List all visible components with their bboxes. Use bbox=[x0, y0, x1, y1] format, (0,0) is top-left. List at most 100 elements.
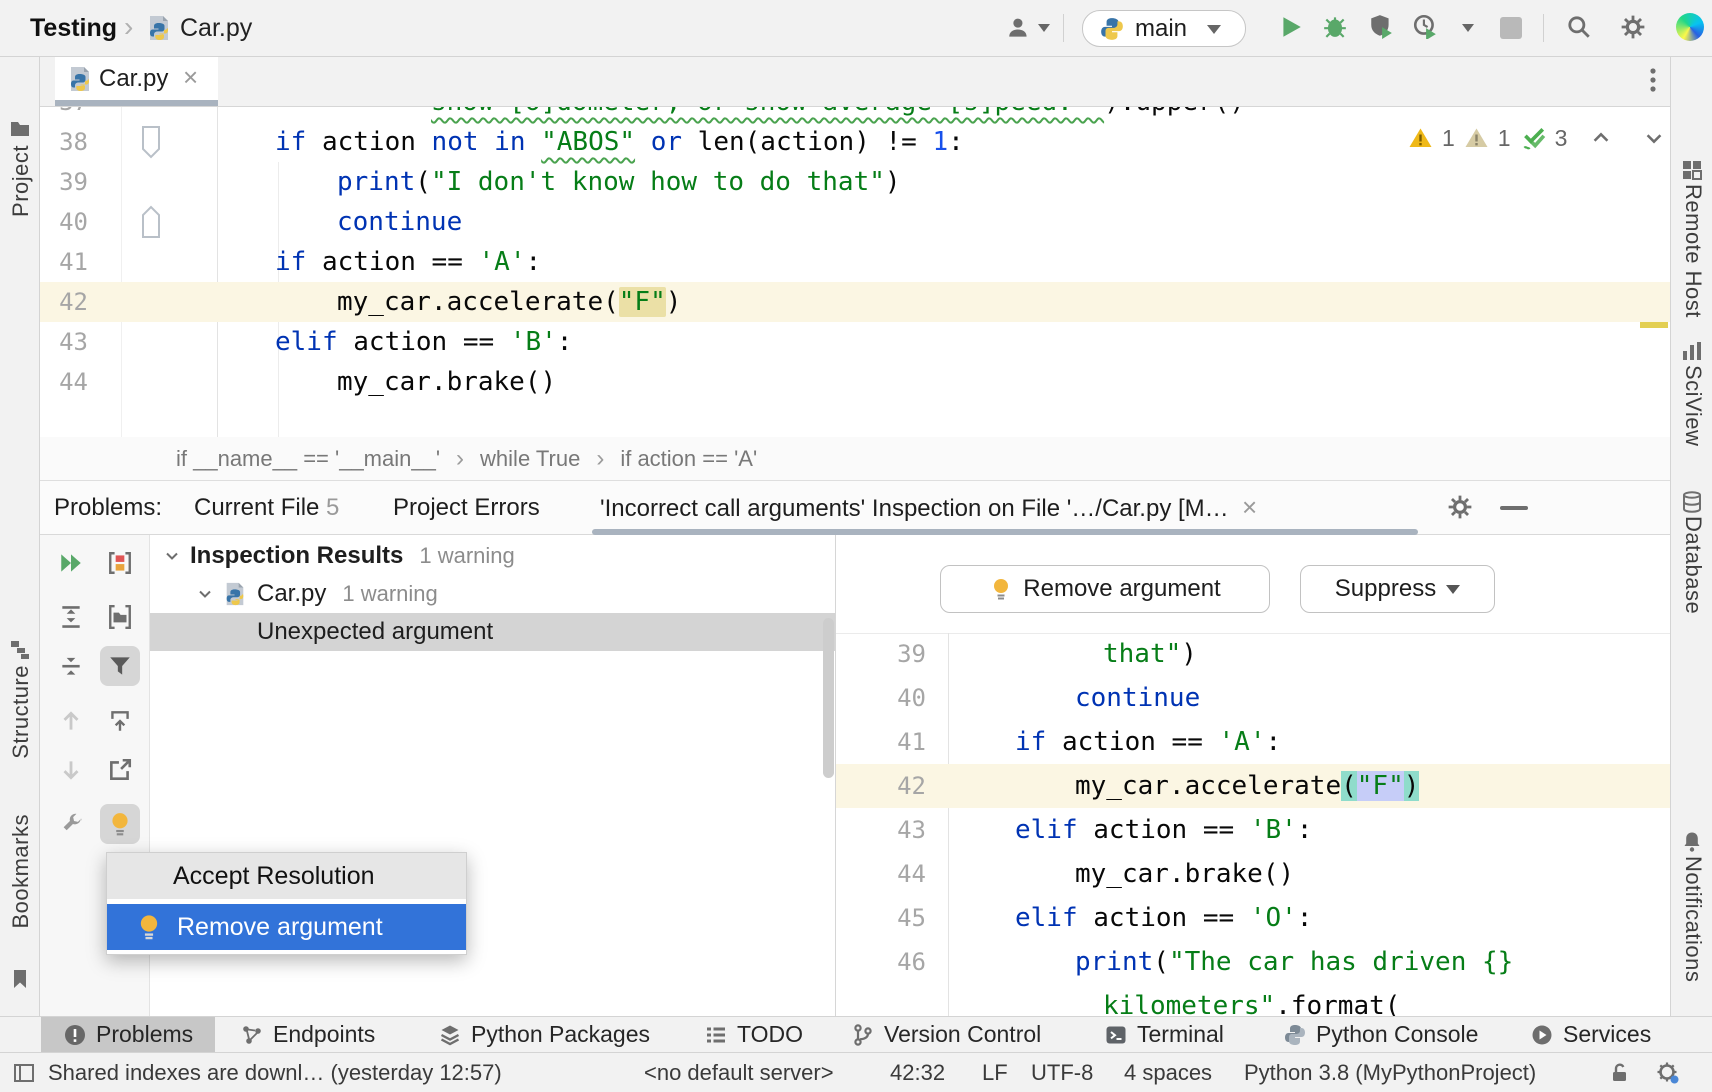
line-number[interactable]: 42 bbox=[836, 764, 926, 808]
user-icon[interactable] bbox=[1006, 15, 1032, 41]
notifications-bell-icon[interactable] bbox=[1680, 830, 1704, 854]
code-line[interactable]: if action not in "ABOS" or len(action) !… bbox=[275, 122, 964, 162]
remote-host-icon[interactable] bbox=[1680, 158, 1704, 182]
line-number[interactable]: 44 bbox=[40, 362, 88, 402]
rerun-inspection-button[interactable] bbox=[51, 543, 91, 583]
search-icon[interactable] bbox=[1566, 14, 1592, 40]
fold-marker-icon[interactable] bbox=[140, 205, 162, 239]
status-interpreter[interactable]: Python 3.8 (MyPythonProject) bbox=[1244, 1053, 1536, 1092]
toolwindow-button-version-control[interactable]: Version Control bbox=[829, 1017, 1063, 1052]
breadcrumb-scope[interactable]: if __name__ == '__main__' bbox=[176, 446, 440, 472]
debug-button[interactable] bbox=[1322, 13, 1348, 39]
line-number[interactable]: 40 bbox=[836, 676, 926, 720]
quick-fix-bulb-button[interactable] bbox=[100, 804, 140, 844]
toolwindow-button-services[interactable]: Services bbox=[1508, 1017, 1673, 1052]
code-editor[interactable]: 1 1 3 37 show [o]dometer, or show average… bbox=[40, 107, 1670, 437]
quick-fix-wrench-icon[interactable] bbox=[51, 804, 91, 844]
line-number[interactable]: 43 bbox=[836, 808, 926, 852]
code-line[interactable]: continue bbox=[337, 202, 462, 242]
line-number[interactable]: 41 bbox=[836, 720, 926, 764]
code-line[interactable]: kilometers".format( bbox=[1103, 984, 1400, 1016]
line-number[interactable]: 40 bbox=[40, 202, 88, 242]
code-line[interactable]: elif action == 'B': bbox=[275, 322, 572, 362]
line-number[interactable]: 41 bbox=[40, 242, 88, 282]
popup-item-remove-argument[interactable]: Remove argument bbox=[107, 904, 466, 950]
line-number[interactable]: 44 bbox=[836, 852, 926, 896]
previous-problem-button[interactable] bbox=[51, 701, 91, 741]
code-line[interactable]: my_car.brake() bbox=[337, 362, 556, 402]
status-line-ending[interactable]: LF bbox=[982, 1053, 1008, 1092]
tab-current-file[interactable]: Current File 5 bbox=[194, 481, 339, 534]
sidebar-item-structure[interactable]: Structure bbox=[8, 665, 34, 759]
status-default-server[interactable]: <no default server> bbox=[644, 1053, 834, 1092]
project-folder-icon[interactable] bbox=[8, 117, 32, 141]
bookmark-icon[interactable] bbox=[8, 967, 32, 991]
group-by-directory-button[interactable] bbox=[100, 597, 140, 637]
code-line[interactable]: if action == 'A': bbox=[1015, 720, 1281, 764]
breadcrumb-scope[interactable]: while True bbox=[480, 446, 580, 472]
fold-marker-icon[interactable] bbox=[140, 125, 162, 159]
tab-carpy[interactable]: Car.py × bbox=[55, 57, 218, 100]
tab-close-icon[interactable]: × bbox=[1242, 492, 1257, 522]
line-number[interactable]: 45 bbox=[836, 896, 926, 940]
code-line[interactable]: show [o]dometer, or show average [s]peed… bbox=[431, 107, 1245, 122]
panel-settings-gear-icon[interactable] bbox=[1447, 494, 1473, 520]
export-button[interactable] bbox=[100, 750, 140, 790]
suppress-button[interactable]: Suppress bbox=[1300, 565, 1495, 613]
code-line[interactable]: continue bbox=[1075, 676, 1200, 720]
popup-header-accept-resolution[interactable]: Accept Resolution bbox=[107, 853, 466, 899]
tree-problem-row[interactable]: Unexpected argument bbox=[257, 613, 493, 651]
code-line[interactable]: print("I don't know how to do that") bbox=[337, 162, 901, 202]
lock-icon[interactable] bbox=[1608, 1061, 1632, 1085]
structure-icon[interactable] bbox=[8, 637, 32, 661]
toolwindow-toggle-icon[interactable] bbox=[12, 1061, 36, 1085]
toolwindow-button-python-packages[interactable]: Python Packages bbox=[416, 1017, 672, 1052]
toolwindow-button-terminal[interactable]: Terminal bbox=[1082, 1017, 1246, 1052]
code-line[interactable]: print("The car has driven {} bbox=[1075, 940, 1513, 984]
run-configuration-select[interactable]: main bbox=[1082, 10, 1246, 47]
sidebar-item-remote-host[interactable]: Remote Host bbox=[1680, 184, 1706, 318]
sidebar-item-bookmarks[interactable]: Bookmarks bbox=[8, 814, 34, 929]
pycharm-logo[interactable] bbox=[1676, 13, 1704, 41]
run-button[interactable] bbox=[1278, 14, 1304, 40]
profiler-button[interactable] bbox=[1412, 13, 1438, 39]
code-line[interactable]: that") bbox=[1103, 632, 1197, 676]
tree-file-row[interactable]: Car.py 1 warning bbox=[197, 575, 438, 613]
code-line[interactable]: if action == 'A': bbox=[275, 242, 541, 282]
line-number[interactable]: 39 bbox=[836, 632, 926, 676]
breadcrumb-file[interactable]: Car.py bbox=[180, 0, 252, 56]
toolwindow-button-python-console[interactable]: Python Console bbox=[1261, 1017, 1500, 1052]
line-number[interactable]: 46 bbox=[836, 940, 926, 984]
remove-argument-button[interactable]: Remove argument bbox=[940, 565, 1270, 613]
code-line[interactable]: my_car.brake() bbox=[1075, 852, 1294, 896]
problems-title[interactable]: Problems: bbox=[54, 481, 162, 534]
line-number[interactable]: 37 bbox=[40, 107, 88, 122]
sidebar-item-project[interactable]: Project bbox=[8, 145, 34, 217]
tree-root-row[interactable]: Inspection Results 1 warning bbox=[164, 537, 515, 575]
more-options-icon[interactable] bbox=[1640, 65, 1666, 95]
indexing-settings-icon[interactable] bbox=[1656, 1061, 1680, 1085]
code-line[interactable]: elif action == 'B': bbox=[1015, 808, 1312, 852]
user-dropdown-caret[interactable] bbox=[1038, 24, 1050, 32]
tab-close-icon[interactable]: × bbox=[183, 57, 198, 100]
sidebar-item-sciview[interactable]: SciView bbox=[1680, 365, 1706, 446]
sciview-icon[interactable] bbox=[1680, 339, 1704, 363]
minimize-icon[interactable] bbox=[1500, 506, 1528, 510]
breadcrumb-scope[interactable]: if action == 'A' bbox=[620, 446, 757, 472]
inspections-widget[interactable]: 1 1 3 bbox=[1408, 123, 1665, 153]
collapse-all-button[interactable] bbox=[51, 646, 91, 686]
severity-filter-button[interactable] bbox=[100, 543, 140, 583]
line-number[interactable] bbox=[836, 984, 926, 1016]
open-in-preview-button[interactable] bbox=[100, 701, 140, 741]
status-indexing-message[interactable]: Shared indexes are downl… (yesterday 12:… bbox=[48, 1053, 502, 1092]
toolwindow-button-todo[interactable]: TODO bbox=[682, 1017, 825, 1052]
run-with-coverage-button[interactable] bbox=[1368, 13, 1394, 39]
status-indent[interactable]: 4 spaces bbox=[1124, 1053, 1212, 1092]
line-number[interactable]: 39 bbox=[40, 162, 88, 202]
sidebar-item-database[interactable]: Database bbox=[1680, 516, 1706, 614]
filter-button[interactable] bbox=[100, 646, 140, 686]
settings-gear-icon[interactable] bbox=[1620, 14, 1646, 40]
sidebar-item-notifications[interactable]: Notifications bbox=[1680, 856, 1706, 982]
expand-all-button[interactable] bbox=[51, 597, 91, 637]
tab-inspection-results[interactable]: 'Incorrect call arguments' Inspection on… bbox=[600, 481, 1257, 534]
